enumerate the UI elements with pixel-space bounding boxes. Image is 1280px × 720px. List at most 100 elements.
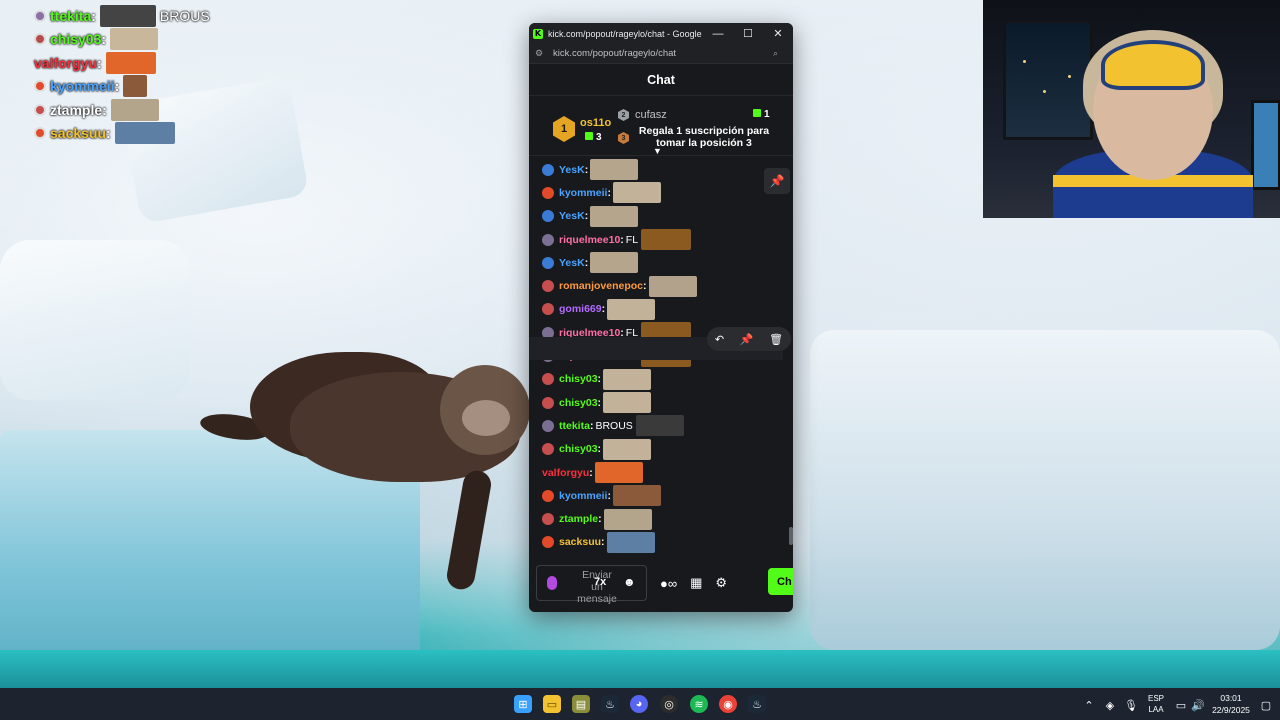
start-icon[interactable]: ⊞ — [514, 695, 532, 713]
maximize-button[interactable]: ☐ — [733, 27, 763, 40]
site-settings-icon[interactable]: ⚙ — [535, 48, 549, 59]
chrome-icon[interactable]: ◉ — [719, 695, 737, 713]
taskbar-clock[interactable]: 03:01 22/9/2025 — [1207, 692, 1255, 716]
steam-icon[interactable]: ♨ — [748, 695, 766, 713]
settings-icon[interactable]: ⚙ — [715, 575, 727, 591]
input-language[interactable]: ESP LAA — [1145, 693, 1167, 715]
zoom-icon[interactable]: ⌕ — [773, 48, 787, 59]
delete-icon[interactable]: 🗑 — [769, 333, 783, 346]
user-badge-icon — [542, 163, 554, 176]
user-badge-icon — [542, 303, 554, 316]
chat-message[interactable]: gomi669: — [542, 298, 793, 321]
leaderboard-first-name[interactable]: os11o — [580, 117, 611, 129]
chat-username[interactable]: sacksuu — [559, 536, 601, 548]
stream-chat-overlay: ttekita: BROUS chisy03: valforgyu: kyommeii:… — [34, 4, 210, 145]
chat-username[interactable]: kyommeii — [559, 187, 607, 199]
chat-username[interactable]: ttekita — [559, 420, 590, 432]
notification-icon[interactable]: ▢ — [1257, 696, 1275, 714]
water — [0, 650, 1280, 690]
chat-username[interactable]: YesK — [559, 257, 585, 269]
rank-1-badge-icon: 1 — [553, 116, 575, 142]
chat-username[interactable]: kyommeii — [559, 490, 607, 502]
reply-icon[interactable]: ↶ — [715, 333, 724, 346]
scrollbar[interactable] — [789, 527, 793, 545]
chat-message[interactable]: ztample: — [542, 507, 793, 530]
emote[interactable] — [603, 508, 652, 530]
obs-icon[interactable]: ◎ — [660, 695, 678, 713]
chat-message[interactable]: YesK: — [542, 251, 793, 274]
send-chat-button[interactable]: Ch — [768, 568, 793, 595]
user-badge-icon — [542, 513, 554, 526]
file-explorer-icon[interactable]: ▭ — [543, 695, 561, 713]
emote[interactable] — [612, 485, 661, 507]
chat-username[interactable]: YesK — [559, 210, 585, 222]
emote[interactable] — [648, 275, 697, 297]
overlay-username: valforgyu — [34, 54, 98, 71]
chat-username[interactable]: chisy03 — [559, 397, 598, 409]
expand-leaderboard-icon[interactable]: ▼ — [653, 146, 662, 156]
user-badge-icon — [34, 127, 46, 140]
emote[interactable] — [607, 298, 656, 320]
steam-icon[interactable]: ♨ — [601, 695, 619, 713]
pin-message-icon[interactable]: 📌 — [740, 333, 754, 346]
chat-message[interactable]: YesK: — [542, 158, 793, 181]
tray-app-icon[interactable]: ◈ — [1101, 696, 1119, 714]
emote[interactable] — [635, 415, 684, 437]
mic-icon[interactable] — [547, 576, 557, 590]
volume-icon[interactable]: 🔊 — [1189, 696, 1207, 714]
emote[interactable] — [590, 159, 639, 181]
chat-message[interactable]: kyommeii: — [542, 484, 793, 507]
store-icon[interactable]: ▦ — [690, 575, 702, 591]
tray-chevron-icon[interactable]: ⌃ — [1080, 696, 1098, 714]
channel-points-icon[interactable]: ●∞ — [660, 576, 677, 591]
ice-chunk — [0, 240, 190, 400]
chat-input[interactable]: Enviar un mensaje 7x ☻ — [536, 565, 647, 605]
emote[interactable] — [612, 182, 661, 204]
chat-username[interactable]: valforgyu — [542, 467, 589, 479]
chat-message[interactable]: chisy03: — [542, 438, 793, 461]
chat-username[interactable]: chisy03 — [559, 443, 598, 455]
chat-message[interactable]: chisy03: — [542, 368, 793, 391]
chat-message[interactable]: sacksuu: — [542, 531, 793, 554]
spotify-icon[interactable]: ≋ — [690, 695, 708, 713]
leaderboard-second-name[interactable]: cufasz — [635, 109, 667, 121]
chat-message[interactable]: romanjovenepoc: — [542, 274, 793, 297]
chat-username[interactable]: riquelmee10 — [559, 234, 620, 246]
user-badge-icon — [542, 280, 554, 293]
chat-username[interactable]: gomi669 — [559, 303, 602, 315]
emote[interactable] — [590, 252, 639, 274]
emote[interactable] — [641, 229, 692, 251]
chat-message[interactable]: chisy03: — [542, 391, 793, 414]
emote[interactable] — [590, 205, 639, 227]
network-icon[interactable]: ▭ — [1172, 696, 1190, 714]
address-bar[interactable]: ⚙ kick.com/popout/rageylo/chat ⌕ — [529, 44, 793, 64]
microphone-tray-icon[interactable]: 🎙 — [1122, 696, 1140, 714]
app-icon[interactable]: ▤ — [572, 695, 590, 713]
close-button[interactable]: ✕ — [763, 27, 793, 40]
window-titlebar[interactable]: K kick.com/popout/rageylo/chat - Google … — [529, 23, 793, 44]
user-badge-icon — [542, 396, 554, 409]
minimize-button[interactable]: — — [703, 28, 733, 40]
kick-emote-icon[interactable]: 7x — [594, 576, 606, 588]
chat-message[interactable]: valforgyu: — [542, 461, 793, 484]
chat-username[interactable]: ztample — [559, 513, 598, 525]
emote[interactable] — [606, 531, 655, 553]
emote[interactable] — [603, 392, 652, 414]
overlay-chat-row: sacksuu: — [34, 122, 210, 146]
chat-message[interactable]: YesK: — [542, 205, 793, 228]
emoji-icon[interactable]: ☻ — [623, 575, 636, 589]
discord-icon[interactable]: ◕ — [630, 695, 648, 713]
pin-icon[interactable]: 📌 — [764, 168, 790, 194]
emote[interactable] — [594, 462, 643, 483]
chat-message[interactable]: ttekita: BROUS — [542, 414, 793, 437]
chat-username[interactable]: chisy03 — [559, 373, 598, 385]
emote[interactable] — [603, 438, 652, 460]
chat-messages[interactable]: YesK: kyommeii: YesK: riquelmee10: FL YesK: ro… — [529, 156, 793, 554]
emote[interactable] — [603, 368, 652, 390]
url-text[interactable]: kick.com/popout/rageylo/chat — [553, 48, 773, 59]
chat-message[interactable]: kyommeii: — [542, 181, 793, 204]
chat-username[interactable]: romanjovenepoc — [559, 280, 643, 292]
chat-username[interactable]: YesK — [559, 164, 585, 176]
overlay-username: kyommeii — [50, 78, 115, 95]
chat-message[interactable]: riquelmee10:FL — [542, 228, 793, 251]
